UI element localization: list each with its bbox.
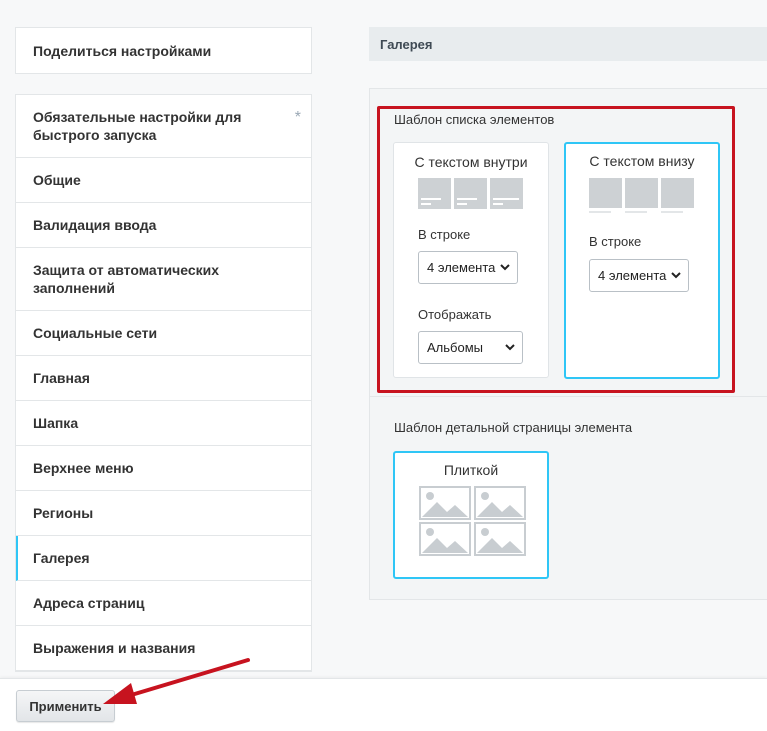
menu-item-gallery[interactable]: Галерея xyxy=(16,536,311,581)
template-name: Плиткой xyxy=(443,462,499,478)
image-placeholder-grid-icon xyxy=(419,486,526,556)
settings-page: Поделиться настройками Обязательные наст… xyxy=(0,0,767,731)
menu-item-label: Адреса страниц xyxy=(33,595,145,611)
menu-item-main[interactable]: Главная xyxy=(16,356,311,401)
menu-item-top-menu[interactable]: Верхнее меню xyxy=(16,446,311,491)
menu-item-label: Шапка xyxy=(33,415,79,431)
menu-item-label: Выражения и названия xyxy=(33,640,196,656)
menu-item-social[interactable]: Социальные сети xyxy=(16,311,311,356)
menu-item-general[interactable]: Общие xyxy=(16,158,311,203)
menu-item-label: Верхнее меню xyxy=(33,460,134,476)
menu-item-label: Общие xyxy=(33,172,81,188)
apply-label: Применить xyxy=(29,698,102,714)
menu-item-label: Валидация ввода xyxy=(33,217,157,233)
menu-item-phrases[interactable]: Выражения и названия xyxy=(16,626,311,671)
panel-divider xyxy=(369,396,767,397)
section-title: Галерея xyxy=(380,36,433,52)
share-settings-label: Поделиться настройками xyxy=(33,42,212,59)
menu-item-label: Защита от автоматических заполнений xyxy=(33,262,220,296)
menu-item-page-urls[interactable]: Адреса страниц xyxy=(16,581,311,626)
apply-button[interactable]: Применить xyxy=(16,690,115,722)
menu-item-label: Обязательные настройки для быстрого запу… xyxy=(33,109,242,143)
menu-item-label: Регионы xyxy=(33,505,94,521)
share-settings-button[interactable]: Поделиться настройками xyxy=(15,27,312,74)
bottom-action-bar xyxy=(0,678,767,731)
annotation-highlight-box xyxy=(377,106,735,393)
menu-item-quick-start[interactable]: Обязательные настройки для быстрого запу… xyxy=(16,95,311,158)
menu-item-label: Галерея xyxy=(33,550,90,566)
menu-item-label: Социальные сети xyxy=(33,325,158,341)
menu-item-label: Главная xyxy=(33,370,90,386)
section-header: Галерея xyxy=(369,27,767,61)
settings-menu: Обязательные настройки для быстрого запу… xyxy=(15,94,312,672)
menu-item-regions[interactable]: Регионы xyxy=(16,491,311,536)
detail-template-title: Шаблон детальной страницы элемента xyxy=(394,420,633,435)
menu-item-spam-protection[interactable]: Защита от автоматических заполнений xyxy=(16,248,311,311)
menu-item-header[interactable]: Шапка xyxy=(16,401,311,446)
menu-item-input-validation[interactable]: Валидация ввода xyxy=(16,203,311,248)
required-asterisk-icon: * xyxy=(294,109,301,126)
template-card-tile[interactable]: Плиткой xyxy=(393,451,549,579)
